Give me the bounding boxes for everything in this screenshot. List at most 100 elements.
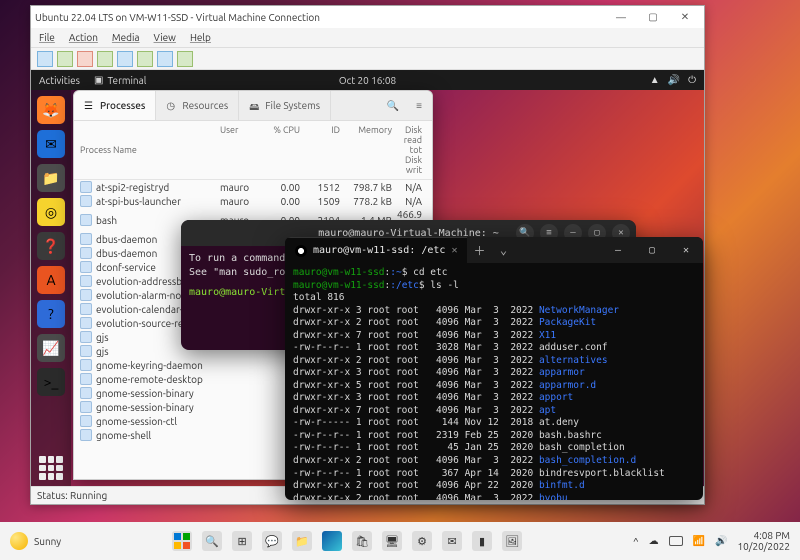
toolbar-start-icon[interactable] <box>57 51 73 67</box>
tray-wifi-icon[interactable]: 📶 <box>693 535 705 547</box>
tab-close-icon[interactable]: ✕ <box>451 245 457 256</box>
vm-menu-file[interactable]: File <box>39 32 55 43</box>
ls-entry: -rw-r--r-- 1 root root 2319 Feb 25 2020 … <box>293 430 695 443</box>
tab-filesystems[interactable]: 🖴File Systems <box>239 91 331 120</box>
ls-entry: drwxr-xr-x 7 root root 4096 Mar 3 2022 a… <box>293 405 695 418</box>
vm-menu-action[interactable]: Action <box>69 32 98 43</box>
sysmon-tabs: ☰Processes ◷Resources 🖴File Systems 🔍 ≡ <box>74 91 432 121</box>
winterm-newtab-button[interactable]: ＋ <box>467 237 491 263</box>
toolbar-revert-icon[interactable] <box>177 51 193 67</box>
winterm-dropdown-button[interactable]: ⌄ <box>491 237 515 263</box>
vm-menu-help[interactable]: Help <box>190 32 211 43</box>
vm-maximize-button[interactable]: ▢ <box>638 8 668 26</box>
chat-icon[interactable]: 💬 <box>262 531 282 551</box>
rhythmbox-icon[interactable]: ◎ <box>37 198 65 226</box>
table-row[interactable]: at-spi2-registrydmauro0.001512798.7 kBN/… <box>74 180 432 194</box>
tray-chevron-icon[interactable]: ^ <box>633 536 639 547</box>
process-icon <box>80 261 92 273</box>
taskbar-systray[interactable]: ^ ☁ 📶 🔊 4:08 PM 10/20/2022 <box>633 530 790 552</box>
hyperv-icon[interactable]: 🖥 <box>382 531 402 551</box>
tab-resources[interactable]: ◷Resources <box>156 91 239 120</box>
sysmon-menu-button[interactable]: ≡ <box>406 91 432 120</box>
winterm-close-button[interactable]: ✕ <box>669 237 703 263</box>
process-icon <box>80 275 92 287</box>
toolbar-pause-icon[interactable] <box>117 51 133 67</box>
help2-icon[interactable]: ? <box>37 300 65 328</box>
process-icon <box>80 317 92 329</box>
show-apps-button[interactable] <box>39 456 63 480</box>
store-icon[interactable]: 🛍 <box>352 531 372 551</box>
ls-entry: drwxr-xr-x 5 root root 4096 Mar 3 2022 a… <box>293 380 695 393</box>
tab-processes[interactable]: ☰Processes <box>74 91 156 120</box>
settings-icon[interactable]: ⚙ <box>412 531 432 551</box>
process-icon <box>80 233 92 245</box>
process-icon <box>80 415 92 427</box>
ls-entry: drwxr-xr-x 2 root root 4096 Mar 3 2022 b… <box>293 493 695 500</box>
tux-icon <box>295 245 307 257</box>
ls-entry: -rw-r--r-- 1 root root 3028 Mar 3 2022 a… <box>293 342 695 355</box>
search-button[interactable]: 🔍 <box>202 531 222 551</box>
process-icon <box>80 303 92 315</box>
terminal-icon[interactable]: >_ <box>37 368 65 396</box>
ubuntu-dock: 🦊 ✉ 📁 ◎ ❓ A? 📈 >_ <box>31 90 71 486</box>
files-icon[interactable]: 📁 <box>37 164 65 192</box>
toolbar-checkpoint-icon[interactable] <box>157 51 173 67</box>
vm-menu-view[interactable]: View <box>154 32 176 43</box>
toolbar-reset-icon[interactable] <box>137 51 153 67</box>
edge-icon[interactable] <box>322 531 342 551</box>
help-icon[interactable]: ❓ <box>37 232 65 260</box>
tray-onedrive-icon[interactable]: ☁ <box>649 535 659 547</box>
vm-title: Ubuntu 22.04 LTS on VM-W11-SSD - Virtual… <box>35 12 320 23</box>
taskbar-clock[interactable]: 4:08 PM 10/20/2022 <box>738 530 790 552</box>
process-icon <box>80 359 92 371</box>
filesystems-icon: 🖴 <box>249 100 261 112</box>
weather-icon <box>10 532 28 550</box>
taskview-button[interactable]: ⊞ <box>232 531 252 551</box>
sysmon-search-button[interactable]: 🔍 <box>380 91 406 120</box>
ls-entry: drwxr-xr-x 3 root root 4096 Mar 3 2022 a… <box>293 367 695 380</box>
active-app-label[interactable]: ▣ Terminal <box>94 74 146 86</box>
vm-titlebar[interactable]: Ubuntu 22.04 LTS on VM-W11-SSD - Virtual… <box>31 6 704 28</box>
vm-minimize-button[interactable]: — <box>606 8 636 26</box>
activities-button[interactable]: Activities <box>39 75 80 86</box>
toolbar-ctrl-alt-del-icon[interactable] <box>37 51 53 67</box>
windows-terminal-window[interactable]: mauro@vm-w11-ssd: /etc ✕ ＋ ⌄ — ▢ ✕ mauro… <box>285 237 703 500</box>
thunderbird-icon[interactable]: ✉ <box>37 130 65 158</box>
explorer-icon[interactable]: 📁 <box>292 531 312 551</box>
ubuntu-clock[interactable]: Oct 20 16:08 <box>339 75 396 86</box>
process-icon <box>80 214 92 226</box>
winterm-body[interactable]: mauro@vm-w11-ssd::~$ cd etc mauro@vm-w11… <box>285 263 703 500</box>
toolbar-turnoff-icon[interactable] <box>77 51 93 67</box>
winterm-maximize-button[interactable]: ▢ <box>635 237 669 263</box>
process-icon <box>80 289 92 301</box>
software-icon[interactable]: A <box>37 266 65 294</box>
ls-entry: drwxr-xr-x 7 root root 4096 Mar 3 2022 X… <box>293 330 695 343</box>
winterm-minimize-button[interactable]: — <box>601 237 635 263</box>
term2-total: total 816 <box>293 292 695 305</box>
process-icon <box>80 387 92 399</box>
tray-volume-icon[interactable]: 🔊 <box>715 535 727 547</box>
ls-entry: drwxr-xr-x 2 root root 4096 Mar 3 2022 a… <box>293 355 695 368</box>
process-icon <box>80 429 92 441</box>
vm-menu-media[interactable]: Media <box>112 32 140 43</box>
tray-language-icon[interactable] <box>669 536 683 546</box>
taskbar-weather[interactable]: Sunny <box>10 532 61 550</box>
sysmon-columns-header[interactable]: Process Name User % CPU ID Memory Disk r… <box>74 121 432 180</box>
photos-icon[interactable]: 🖼 <box>502 531 522 551</box>
ls-entry: drwxr-xr-x 3 root root 4096 Mar 3 2022 N… <box>293 305 695 318</box>
ubuntu-topbar: Activities ▣ Terminal Oct 20 16:08 ▲ 🔊 ⏻ <box>31 70 704 90</box>
table-row[interactable]: at-spi-bus-launchermauro0.001509778.2 kB… <box>74 194 432 208</box>
start-button[interactable] <box>172 531 192 551</box>
windows-taskbar[interactable]: Sunny 🔍 ⊞ 💬 📁 🛍 🖥 ⚙ ✉ ▮ 🖼 ^ ☁ 📶 🔊 4:08 P… <box>0 522 800 560</box>
firefox-icon[interactable]: 🦊 <box>37 96 65 124</box>
sysmon-icon[interactable]: 📈 <box>37 334 65 362</box>
mail-icon[interactable]: ✉ <box>442 531 462 551</box>
terminal-taskbar-icon[interactable]: ▮ <box>472 531 492 551</box>
winterm-tabbar: mauro@vm-w11-ssd: /etc ✕ ＋ ⌄ — ▢ ✕ <box>285 237 703 263</box>
ubuntu-status-area[interactable]: ▲ 🔊 ⏻ <box>650 74 696 86</box>
network-icon: ▲ <box>650 74 660 86</box>
vm-close-button[interactable]: ✕ <box>670 8 700 26</box>
toolbar-save-icon[interactable] <box>97 51 113 67</box>
processes-icon: ☰ <box>84 100 96 112</box>
winterm-tab[interactable]: mauro@vm-w11-ssd: /etc ✕ <box>285 237 467 263</box>
